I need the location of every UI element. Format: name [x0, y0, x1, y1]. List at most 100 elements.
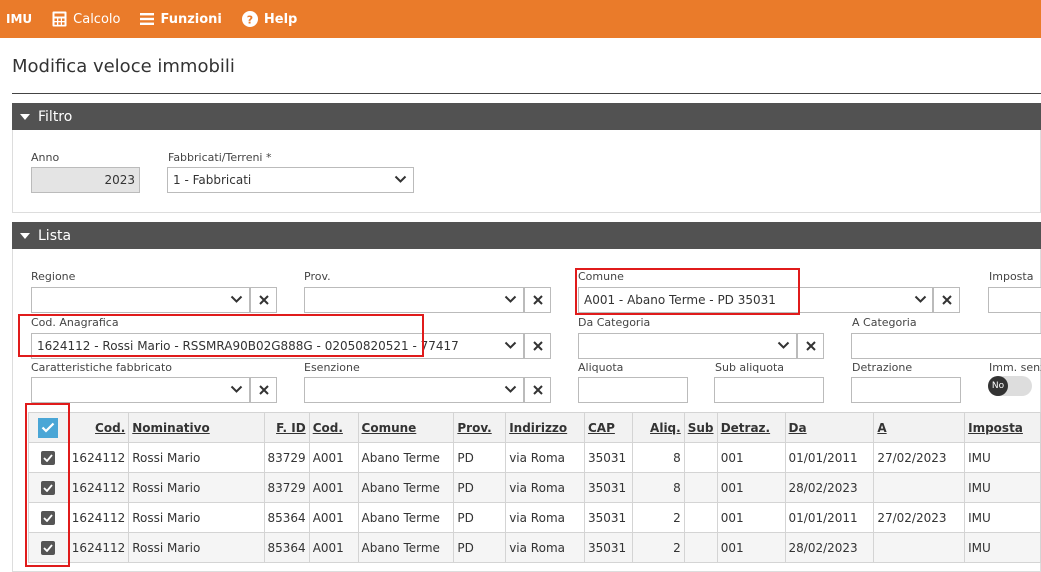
col-header-prov[interactable]: Prov.: [453, 412, 507, 443]
chevron-down-icon: [914, 295, 927, 303]
table-row[interactable]: 1624112 Rossi Mario 83729 A001 Abano Terme PD…: [28, 472, 1041, 503]
help-menu[interactable]: ? Help: [241, 11, 298, 27]
cell-cod-comune: A001: [308, 502, 359, 533]
cell-sub: [683, 532, 718, 563]
cell-aliq: 8: [631, 472, 685, 503]
cod-anagrafica-clear-button[interactable]: [524, 333, 551, 359]
chevron-down-icon: [777, 341, 790, 349]
close-icon: [532, 295, 543, 305]
page-title: Modifica veloce immobili: [12, 56, 235, 77]
toggle-knob: No: [988, 376, 1008, 396]
col-header-detraz[interactable]: Detraz.: [716, 412, 786, 443]
da-categoria-label: Da Categoria: [578, 316, 651, 329]
cell-comune: Abano Terme: [357, 532, 455, 563]
col-header-da[interactable]: Da: [784, 412, 875, 443]
esenzione-label: Esenzione: [304, 361, 360, 374]
cell-nominativo: Rossi Mario: [128, 532, 265, 563]
lista-section-header[interactable]: Lista: [12, 222, 1041, 249]
cell-indirizzo: via Roma: [505, 532, 585, 563]
table-row[interactable]: 1624112 Rossi Mario 85364 A001 Abano Terme PD…: [28, 502, 1041, 533]
regione-select[interactable]: [31, 287, 250, 313]
cell-a: 27/02/2023: [873, 442, 966, 473]
cell-sub: [683, 502, 718, 533]
table-header-row: Cod. Nominativo F. ID Cod. Comune Prov. …: [28, 412, 1041, 443]
col-header-cod[interactable]: Cod.: [67, 412, 130, 443]
regione-clear-button[interactable]: [250, 287, 277, 313]
cell-fid: 83729: [263, 472, 310, 503]
imposta-select[interactable]: [988, 287, 1041, 313]
cell-cod-comune: A001: [308, 472, 359, 503]
close-icon: [941, 295, 952, 305]
calcolo-menu[interactable]: Calcolo: [52, 11, 120, 27]
col-header-indirizzo[interactable]: Indirizzo: [505, 412, 585, 443]
caratteristiche-select[interactable]: [31, 377, 250, 403]
cell-cap: 35031: [583, 472, 633, 503]
fabbricati-label: Fabbricati/Terreni *: [168, 151, 272, 164]
regione-label: Regione: [31, 270, 76, 283]
prov-select[interactable]: [304, 287, 524, 313]
a-categoria-select[interactable]: [851, 333, 1041, 359]
cell-imposta: IMU: [964, 472, 1041, 503]
sub-aliquota-input[interactable]: [714, 377, 824, 403]
cell-imposta: IMU: [964, 442, 1041, 473]
cell-sub: [683, 472, 718, 503]
da-categoria-select[interactable]: [578, 333, 797, 359]
calcolo-label: Calcolo: [73, 11, 121, 27]
fabbricati-select[interactable]: 1 - Fabbricati: [167, 167, 414, 193]
chevron-down-icon: [230, 295, 243, 303]
funzioni-menu[interactable]: Funzioni: [140, 11, 222, 27]
col-header-nominativo[interactable]: Nominativo: [128, 412, 265, 443]
da-categoria-clear-button[interactable]: [797, 333, 824, 359]
cell-detraz: 001: [716, 502, 786, 533]
cell-prov: PD: [453, 532, 507, 563]
immobili-table: Cod. Nominativo F. ID Cod. Comune Prov. …: [28, 412, 1041, 563]
table-row[interactable]: 1624112 Rossi Mario 85364 A001 Abano Terme PD…: [28, 532, 1041, 563]
cod-anagrafica-highlight-box: [18, 314, 424, 357]
prov-label: Prov.: [304, 270, 331, 283]
comune-clear-button[interactable]: [933, 287, 960, 313]
prov-clear-button[interactable]: [524, 287, 551, 313]
table-row[interactable]: 1624112 Rossi Mario 83729 A001 Abano Terme PD…: [28, 442, 1041, 473]
top-bar: IMU Calcolo Funzioni ? Help: [0, 0, 1041, 38]
col-header-a[interactable]: A: [873, 412, 966, 443]
comune-highlight-box: [575, 268, 800, 315]
esenzione-select[interactable]: [304, 377, 524, 403]
cell-sub: [683, 442, 718, 473]
svg-text:?: ?: [247, 13, 253, 26]
detrazione-input[interactable]: [851, 377, 961, 403]
filtro-section-header[interactable]: Filtro: [12, 103, 1041, 130]
cell-indirizzo: via Roma: [505, 442, 585, 473]
cell-a: [873, 472, 966, 503]
cell-cap: 35031: [583, 502, 633, 533]
col-header-comune[interactable]: Comune: [357, 412, 455, 443]
caratteristiche-clear-button[interactable]: [250, 377, 277, 403]
chevron-down-icon: [504, 295, 517, 303]
col-header-sub[interactable]: Sub: [683, 412, 718, 443]
cell-cod: 1624112: [67, 532, 130, 563]
close-icon: [258, 295, 269, 305]
anno-label: Anno: [31, 151, 60, 164]
col-header-aliq[interactable]: Aliq.: [631, 412, 685, 443]
cell-fid: 85364: [263, 532, 310, 563]
imm-senza-label: Imm. senz: [989, 361, 1041, 374]
col-header-cap[interactable]: CAP: [583, 412, 633, 443]
lista-title: Lista: [38, 227, 72, 244]
cell-da: 28/02/2023: [784, 472, 875, 503]
cell-nominativo: Rossi Mario: [128, 442, 265, 473]
col-header-fid[interactable]: F. ID: [263, 412, 310, 443]
col-header-imposta[interactable]: Imposta: [964, 412, 1041, 443]
imm-senza-toggle[interactable]: No: [988, 376, 1032, 396]
cell-comune: Abano Terme: [357, 502, 455, 533]
cell-prov: PD: [453, 502, 507, 533]
funzioni-label: Funzioni: [160, 11, 222, 27]
anno-field: 2023: [31, 167, 140, 193]
help-label: Help: [263, 11, 298, 27]
close-icon: [258, 385, 269, 395]
cell-a: 27/02/2023: [873, 502, 966, 533]
col-header-cod-comune[interactable]: Cod.: [308, 412, 359, 443]
title-divider: [12, 93, 1041, 94]
aliquota-input[interactable]: [578, 377, 688, 403]
esenzione-clear-button[interactable]: [524, 377, 551, 403]
cell-aliq: 2: [631, 532, 685, 563]
chevron-down-icon: [504, 385, 517, 393]
